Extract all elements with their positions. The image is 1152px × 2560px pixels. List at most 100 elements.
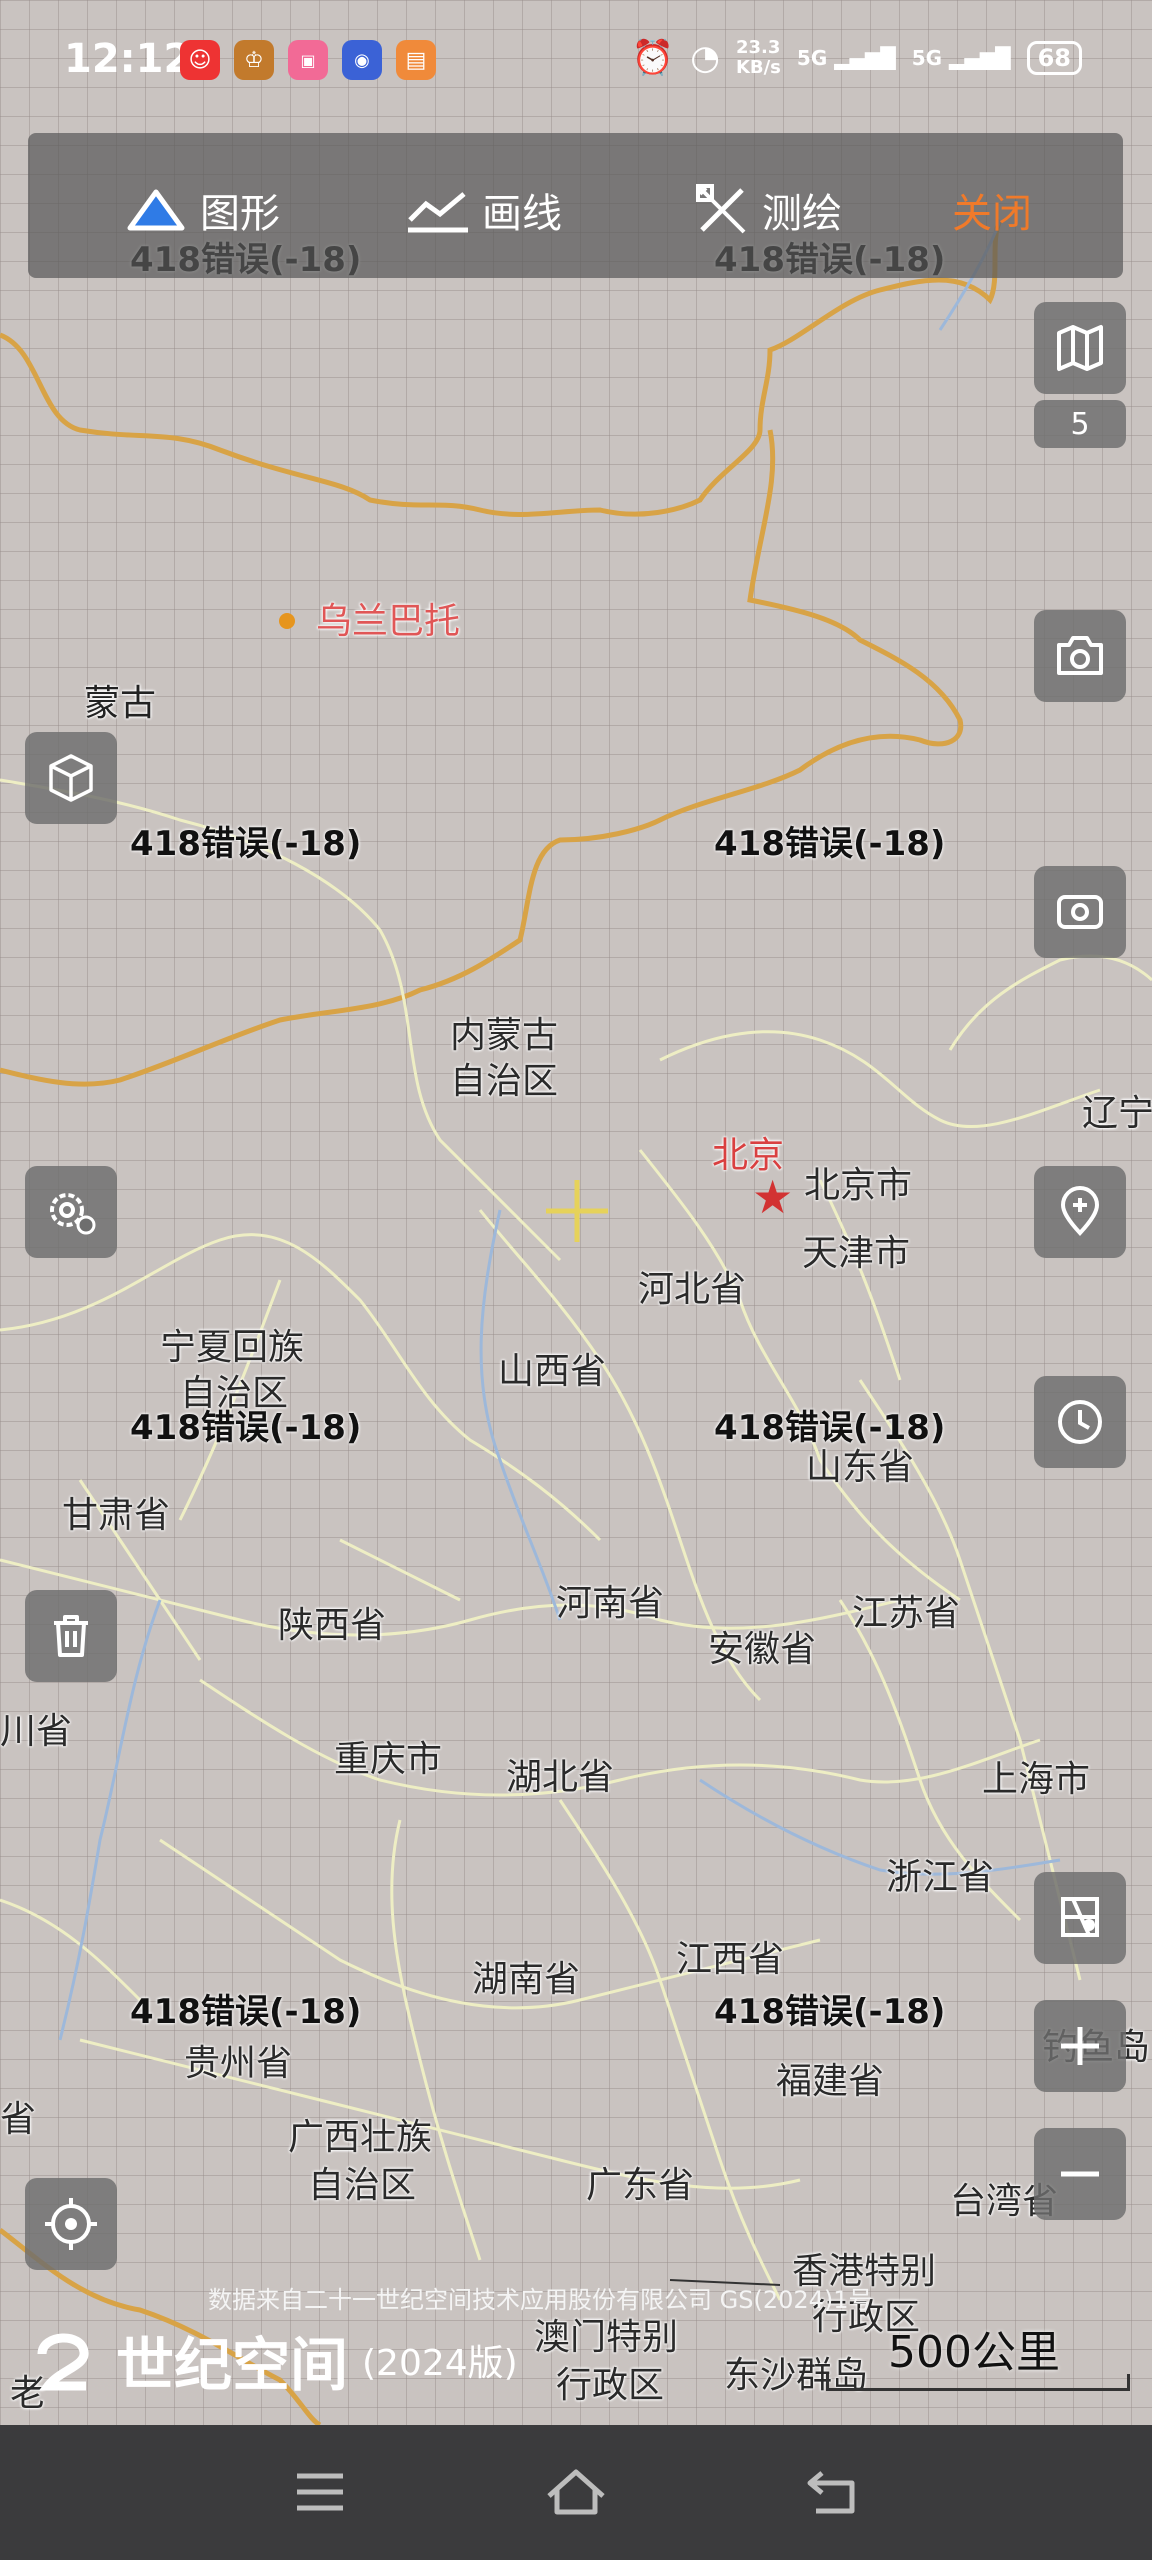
triangle-shape-icon bbox=[127, 189, 185, 231]
speedometer-icon: ◔ bbox=[690, 38, 720, 78]
label-guangxi-1: 广西壮族 bbox=[288, 2117, 433, 2158]
zoom-out-button[interactable] bbox=[1034, 2128, 1126, 2220]
label-fujian: 福建省 bbox=[776, 2061, 885, 2102]
trash-icon bbox=[54, 1615, 88, 1657]
signal-5g-2: 5G ▂▄▆█ bbox=[911, 46, 1011, 70]
brand-logo: 世纪空间 (2024版) bbox=[30, 2318, 518, 2402]
note-app-icon: ▤ bbox=[396, 40, 436, 80]
signal-5g-1: 5G ▂▄▆█ bbox=[796, 46, 896, 70]
camera-icon bbox=[1057, 636, 1103, 675]
close-button[interactable]: 关闭 bbox=[952, 181, 1032, 239]
label-ulaanbaatar: 乌兰巴托 bbox=[316, 601, 461, 642]
minus-icon bbox=[1061, 2171, 1099, 2177]
capital-star-icon: ★ bbox=[752, 1170, 794, 1224]
home-button[interactable] bbox=[536, 2457, 616, 2527]
status-bar: 12:12 ☺ ♔ ▣ ◉ ▤ ⏰ ◔ 23.3 KB/s 5G ▂▄▆█ 5G… bbox=[0, 0, 1152, 120]
crosshair-icon bbox=[546, 1180, 608, 1242]
tile-error: 418错误(-18) bbox=[714, 824, 946, 864]
location-pin-button[interactable] bbox=[1034, 1166, 1126, 1258]
label-hunan: 湖南省 bbox=[472, 1959, 581, 2000]
tieba-app-icon: ◉ bbox=[342, 40, 382, 80]
add-location-icon bbox=[1060, 1186, 1100, 1236]
rotate-camera-icon bbox=[1057, 895, 1103, 929]
camera-button[interactable] bbox=[1034, 610, 1126, 702]
layer-count: 5 bbox=[1034, 400, 1126, 448]
survey-tool-button[interactable]: 测绘 bbox=[694, 181, 842, 239]
system-nav-bar bbox=[0, 2425, 1152, 2560]
label-zhejiang: 浙江省 bbox=[886, 1857, 995, 1898]
scale-label: 500公里 bbox=[888, 2327, 1060, 2378]
label-jiangxi: 江西省 bbox=[676, 1939, 785, 1980]
locate-button[interactable] bbox=[25, 2178, 117, 2270]
brand-logo-icon bbox=[37, 2333, 89, 2391]
back-icon bbox=[807, 2471, 855, 2514]
delete-button[interactable] bbox=[25, 1590, 117, 1682]
map-layers-button[interactable] bbox=[1034, 302, 1126, 394]
status-app-icons: ☺ ♔ ▣ ◉ ▤ bbox=[180, 40, 436, 80]
scale-bar bbox=[826, 2374, 1130, 2391]
label-shanxi: 山西省 bbox=[498, 1351, 607, 1392]
label-hubei: 湖北省 bbox=[506, 1757, 615, 1798]
label-inner-mongolia-1: 内蒙古 bbox=[450, 1015, 559, 1056]
status-indicators: ⏰ ◔ 23.3 KB/s 5G ▂▄▆█ 5G ▂▄▆█ 68 bbox=[632, 38, 1082, 78]
settings-button[interactable] bbox=[25, 1166, 117, 1258]
3d-cube-icon bbox=[49, 754, 93, 802]
clock-icon bbox=[1058, 1400, 1102, 1444]
tile-error: 418错误(-18) bbox=[714, 1408, 946, 1448]
tile-error: 418错误(-18) bbox=[130, 1992, 362, 2032]
label-guangdong: 广东省 bbox=[586, 2165, 695, 2206]
label-shanghai: 上海市 bbox=[982, 1759, 1091, 1800]
gear-icon bbox=[50, 1193, 96, 1235]
brand-name: 世纪空间 bbox=[116, 2331, 349, 2399]
label-mongolia: 蒙古 bbox=[84, 683, 157, 724]
map-pin-grid-icon bbox=[1061, 1897, 1099, 1937]
label-shandong: 山东省 bbox=[806, 1447, 915, 1488]
brand-year: (2024版) bbox=[362, 2343, 518, 2384]
screen-capture-button[interactable] bbox=[1034, 866, 1126, 958]
clown-app-icon: ☺ bbox=[180, 40, 220, 80]
map-canvas[interactable]: 蒙古 乌兰巴托 内蒙古 自治区 北京 ★ 北京市 天津市 河北省 辽宁 宁夏回族… bbox=[0, 0, 1152, 2425]
label-macau-2: 行政区 bbox=[556, 2365, 665, 2406]
home-icon bbox=[547, 2469, 605, 2515]
label-liaoning: 辽宁 bbox=[1082, 1093, 1152, 1134]
map-icon bbox=[1057, 325, 1103, 371]
tile-error: 418错误(-18) bbox=[714, 1992, 946, 2032]
battery-indicator: 68 bbox=[1026, 41, 1082, 75]
menu-icon bbox=[297, 2473, 343, 2511]
label-inner-mongolia-2: 自治区 bbox=[450, 1061, 559, 1102]
label-chongqing: 重庆市 bbox=[334, 1739, 443, 1780]
label-jiangsu: 江苏省 bbox=[852, 1593, 961, 1634]
zoom-in-button[interactable] bbox=[1034, 2000, 1126, 2092]
label-hebei: 河北省 bbox=[638, 1269, 747, 1310]
ruler-pencil-icon bbox=[696, 184, 746, 234]
map-attribution: 数据来自二十一世纪空间技术应用股份有限公司 GS(2024)1号 bbox=[208, 2286, 873, 2314]
tile-error: 418错误(-18) bbox=[130, 824, 362, 864]
shape-tool-button[interactable]: 图形 bbox=[124, 181, 280, 239]
bilibili-app-icon: ▣ bbox=[288, 40, 328, 80]
3d-view-button[interactable] bbox=[25, 732, 117, 824]
alarm-icon: ⏰ bbox=[631, 38, 675, 78]
label-anhui: 安徽省 bbox=[708, 1629, 817, 1670]
label-guangxi-2: 自治区 bbox=[308, 2165, 417, 2206]
status-time: 12:12 bbox=[64, 36, 192, 82]
label-sichuan: 川省 bbox=[0, 1711, 73, 1752]
line-chart-icon bbox=[408, 192, 468, 233]
ulaanbaatar-dot-icon bbox=[279, 613, 295, 629]
label-gansu: 甘肃省 bbox=[62, 1495, 171, 1536]
label-tianjin: 天津市 bbox=[802, 1233, 911, 1274]
label-ningxia-1: 宁夏回族 bbox=[160, 1327, 305, 1368]
history-button[interactable] bbox=[1034, 1376, 1126, 1468]
label-edge-sheng: 省 bbox=[0, 2099, 37, 2140]
drawing-toolbar: 图形 画线 测绘 关闭 bbox=[28, 133, 1123, 278]
crosshair-locate-icon bbox=[45, 2198, 97, 2250]
label-shaanxi: 陕西省 bbox=[278, 1605, 387, 1646]
menu-button[interactable] bbox=[280, 2457, 360, 2527]
game-app-icon: ♔ bbox=[234, 40, 274, 80]
label-henan: 河南省 bbox=[556, 1583, 665, 1624]
label-beijing-city: 北京市 bbox=[804, 1165, 913, 1206]
tile-error: 418错误(-18) bbox=[130, 1408, 362, 1448]
back-button[interactable] bbox=[792, 2457, 872, 2527]
line-tool-button[interactable]: 画线 bbox=[406, 181, 562, 239]
map-overlay-button[interactable] bbox=[1034, 1872, 1126, 1964]
net-speed: 23.3 KB/s bbox=[735, 37, 781, 78]
